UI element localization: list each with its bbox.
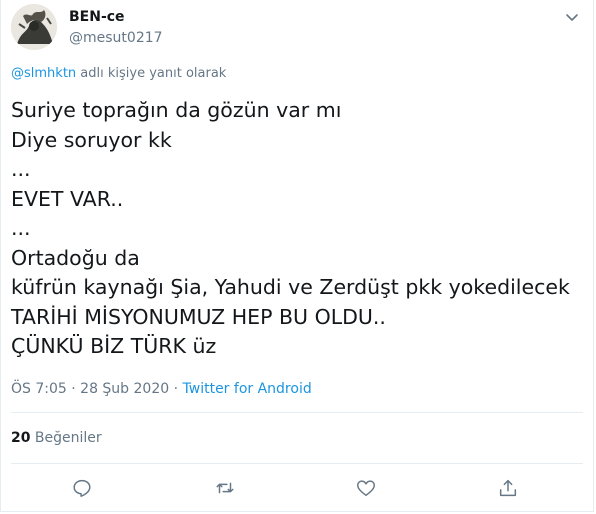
- meta-separator: ·: [169, 381, 183, 397]
- likes-count: 20: [11, 430, 31, 446]
- retweet-icon[interactable]: [214, 477, 236, 499]
- tweet-meta: ÖS 7:05 · 28 Şub 2020 · Twitter for Andr…: [11, 381, 312, 397]
- replying-to-label: adlı kişiye yanıt olarak: [76, 66, 227, 81]
- divider: [11, 412, 583, 413]
- user-display-name[interactable]: BEN-ce: [69, 9, 125, 25]
- avatar-image: [11, 4, 57, 50]
- replying-to: @slmhktn adlı kişiye yanıt olarak: [11, 66, 226, 81]
- likes-label: Beğeniler: [30, 430, 102, 446]
- meta-separator: ·: [66, 381, 81, 397]
- share-icon[interactable]: [497, 477, 519, 499]
- reply-icon[interactable]: [71, 477, 93, 499]
- tweet-card: BEN-ce @mesut0217 @slmhktn adlı kişiye y…: [0, 0, 594, 512]
- likes-stat[interactable]: 20 Beğeniler: [11, 430, 102, 446]
- user-handle[interactable]: @mesut0217: [69, 30, 163, 46]
- tweet-source-link[interactable]: Twitter for Android: [183, 381, 312, 397]
- chevron-down-icon[interactable]: [563, 8, 581, 26]
- avatar[interactable]: [11, 4, 57, 50]
- heart-icon[interactable]: [355, 477, 377, 499]
- tweet-date[interactable]: 28 Şub 2020: [80, 381, 169, 397]
- mention-link[interactable]: @slmhktn: [11, 66, 76, 81]
- tweet-time[interactable]: ÖS 7:05: [11, 381, 67, 397]
- divider: [11, 463, 583, 464]
- tweet-text: Suriye toprağın da gözün var mı Diye sor…: [11, 98, 570, 358]
